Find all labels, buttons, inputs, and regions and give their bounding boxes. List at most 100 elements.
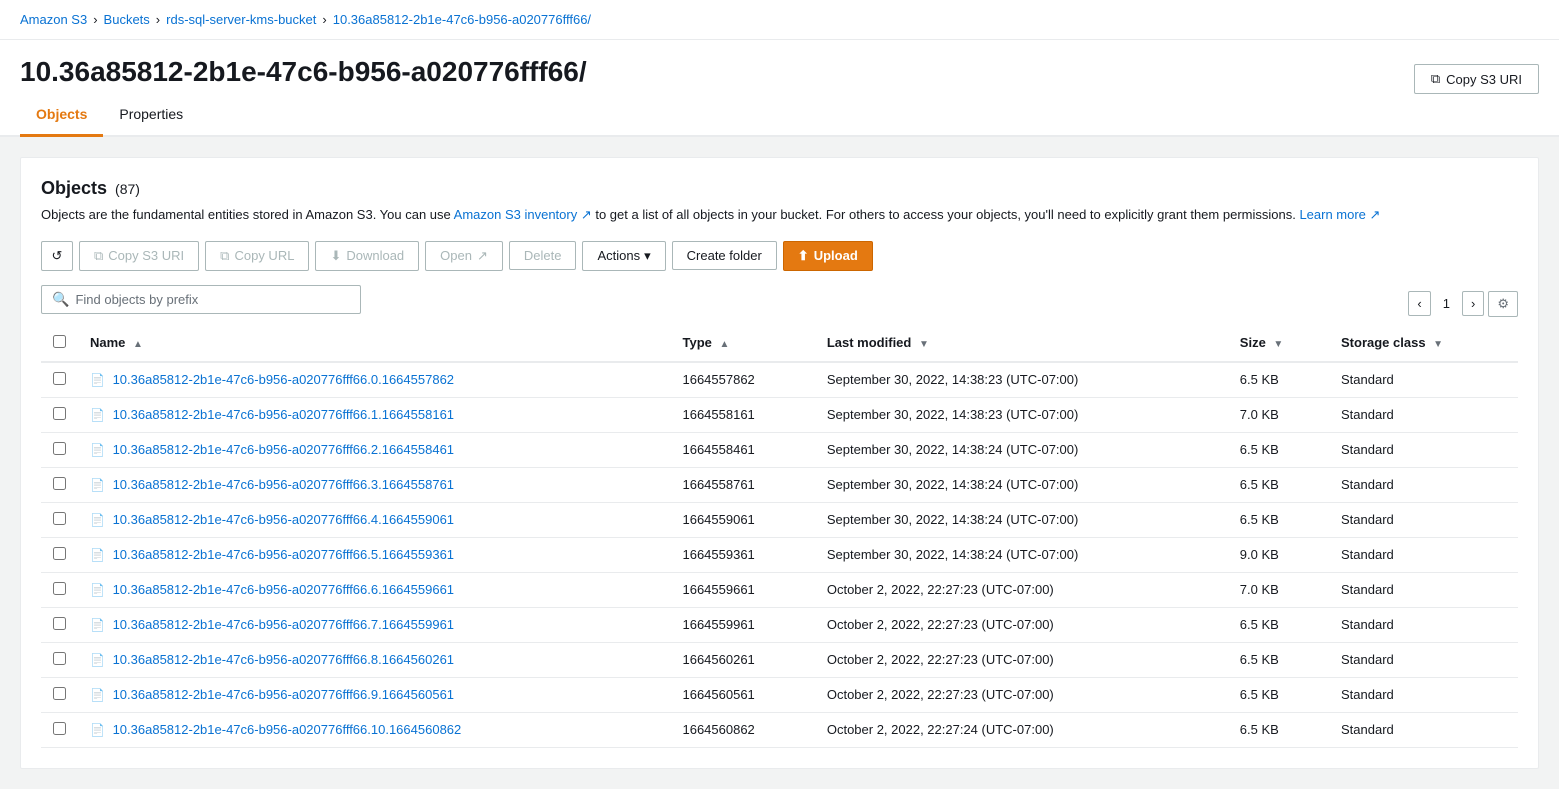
row-checkbox[interactable] — [53, 407, 66, 420]
col-size[interactable]: Size ▼ — [1228, 325, 1329, 362]
amazon-s3-inventory-link[interactable]: Amazon S3 inventory ↗ — [454, 207, 592, 222]
copy-s3-uri-button[interactable]: ⧉ Copy S3 URI — [79, 241, 199, 271]
row-checkbox[interactable] — [53, 442, 66, 455]
file-icon: 📄 — [90, 618, 105, 632]
objects-table: Name ▲ Type ▲ Last modified ▼ Size ▼ Sto… — [41, 325, 1518, 748]
row-checkbox-cell[interactable] — [41, 537, 78, 572]
col-type[interactable]: Type ▲ — [670, 325, 814, 362]
row-checkbox[interactable] — [53, 722, 66, 735]
table-row: 📄 10.36a85812-2b1e-47c6-b956-a020776fff6… — [41, 712, 1518, 747]
objects-table-container: Name ▲ Type ▲ Last modified ▼ Size ▼ Sto… — [41, 325, 1518, 748]
toolbar: ↺ ⧉ Copy S3 URI ⧉ Copy URL ⬇ Download Op… — [41, 241, 1518, 271]
row-name-cell: 📄 10.36a85812-2b1e-47c6-b956-a020776fff6… — [78, 712, 670, 747]
row-checkbox-cell[interactable] — [41, 572, 78, 607]
col-storage-class[interactable]: Storage class ▼ — [1329, 325, 1518, 362]
learn-more-link[interactable]: Learn more ↗ — [1299, 207, 1380, 222]
copy-url-button[interactable]: ⧉ Copy URL — [205, 241, 309, 271]
object-link[interactable]: 10.36a85812-2b1e-47c6-b956-a020776fff66.… — [113, 547, 454, 562]
row-checkbox-cell[interactable] — [41, 432, 78, 467]
object-link[interactable]: 10.36a85812-2b1e-47c6-b956-a020776fff66.… — [113, 512, 454, 527]
file-icon: 📄 — [90, 513, 105, 527]
refresh-button[interactable]: ↺ — [41, 241, 73, 271]
row-checkbox[interactable] — [53, 477, 66, 490]
object-link[interactable]: 10.36a85812-2b1e-47c6-b956-a020776fff66.… — [113, 722, 462, 737]
col-name[interactable]: Name ▲ — [78, 325, 670, 362]
row-checkbox-cell[interactable] — [41, 712, 78, 747]
breadcrumb-buckets[interactable]: Buckets — [104, 12, 150, 27]
row-checkbox[interactable] — [53, 582, 66, 595]
open-button[interactable]: Open ↗ — [425, 241, 503, 271]
object-link[interactable]: 10.36a85812-2b1e-47c6-b956-a020776fff66.… — [113, 372, 454, 387]
row-checkbox[interactable] — [53, 512, 66, 525]
breadcrumb-bucket-name[interactable]: rds-sql-server-kms-bucket — [166, 12, 316, 27]
upload-button[interactable]: ⬆ Upload — [783, 241, 873, 271]
row-checkbox-cell[interactable] — [41, 397, 78, 432]
tab-objects[interactable]: Objects — [20, 94, 103, 137]
copy-icon: ⧉ — [1431, 71, 1440, 87]
row-checkbox[interactable] — [53, 652, 66, 665]
search-input[interactable] — [75, 292, 350, 307]
objects-header: Objects (87) — [41, 178, 1518, 199]
col-last-modified[interactable]: Last modified ▼ — [815, 325, 1228, 362]
copy-url-icon: ⧉ — [220, 248, 229, 264]
actions-button[interactable]: Actions ▾ — [582, 241, 665, 271]
row-checkbox-cell[interactable] — [41, 607, 78, 642]
delete-button[interactable]: Delete — [509, 241, 577, 270]
object-link[interactable]: 10.36a85812-2b1e-47c6-b956-a020776fff66.… — [113, 407, 454, 422]
row-type-cell: 1664558761 — [670, 467, 814, 502]
row-checkbox-cell[interactable] — [41, 467, 78, 502]
open-external-icon: ↗ — [477, 248, 488, 264]
row-type-cell: 1664560561 — [670, 677, 814, 712]
pagination-next-button[interactable]: › — [1462, 291, 1484, 316]
download-button[interactable]: ⬇ Download — [315, 241, 419, 271]
row-checkbox[interactable] — [53, 372, 66, 385]
row-checkbox[interactable] — [53, 687, 66, 700]
object-link[interactable]: 10.36a85812-2b1e-47c6-b956-a020776fff66.… — [113, 652, 454, 667]
row-checkbox[interactable] — [53, 547, 66, 560]
row-name-cell: 📄 10.36a85812-2b1e-47c6-b956-a020776fff6… — [78, 677, 670, 712]
row-last-modified-cell: October 2, 2022, 22:27:23 (UTC-07:00) — [815, 572, 1228, 607]
row-storage-class-cell: Standard — [1329, 362, 1518, 398]
row-storage-class-cell: Standard — [1329, 677, 1518, 712]
row-checkbox-cell[interactable] — [41, 642, 78, 677]
object-link[interactable]: 10.36a85812-2b1e-47c6-b956-a020776fff66.… — [113, 617, 454, 632]
row-storage-class-cell: Standard — [1329, 467, 1518, 502]
row-size-cell: 6.5 KB — [1228, 362, 1329, 398]
row-name-cell: 📄 10.36a85812-2b1e-47c6-b956-a020776fff6… — [78, 607, 670, 642]
row-checkbox-cell[interactable] — [41, 502, 78, 537]
row-name-cell: 📄 10.36a85812-2b1e-47c6-b956-a020776fff6… — [78, 362, 670, 398]
file-icon: 📄 — [90, 478, 105, 492]
row-checkbox-cell[interactable] — [41, 362, 78, 398]
row-storage-class-cell: Standard — [1329, 397, 1518, 432]
row-size-cell: 6.5 KB — [1228, 432, 1329, 467]
breadcrumb-amazon-s3[interactable]: Amazon S3 — [20, 12, 87, 27]
object-link[interactable]: 10.36a85812-2b1e-47c6-b956-a020776fff66.… — [113, 442, 454, 457]
row-checkbox-cell[interactable] — [41, 677, 78, 712]
breadcrumb-sep-2: › — [156, 12, 160, 27]
row-size-cell: 9.0 KB — [1228, 537, 1329, 572]
tab-properties[interactable]: Properties — [103, 94, 199, 137]
select-all-header[interactable] — [41, 325, 78, 362]
row-storage-class-cell: Standard — [1329, 432, 1518, 467]
table-row: 📄 10.36a85812-2b1e-47c6-b956-a020776fff6… — [41, 467, 1518, 502]
row-storage-class-cell: Standard — [1329, 642, 1518, 677]
table-row: 📄 10.36a85812-2b1e-47c6-b956-a020776fff6… — [41, 362, 1518, 398]
row-storage-class-cell: Standard — [1329, 607, 1518, 642]
file-icon: 📄 — [90, 548, 105, 562]
select-all-checkbox[interactable] — [53, 335, 66, 348]
row-type-cell: 1664559361 — [670, 537, 814, 572]
object-link[interactable]: 10.36a85812-2b1e-47c6-b956-a020776fff66.… — [113, 582, 454, 597]
copy-s3-uri-header-button[interactable]: ⧉ Copy S3 URI — [1414, 64, 1539, 94]
row-size-cell: 6.5 KB — [1228, 712, 1329, 747]
object-link[interactable]: 10.36a85812-2b1e-47c6-b956-a020776fff66.… — [113, 477, 454, 492]
object-link[interactable]: 10.36a85812-2b1e-47c6-b956-a020776fff66.… — [113, 687, 454, 702]
refresh-icon: ↺ — [52, 248, 63, 264]
row-checkbox[interactable] — [53, 617, 66, 630]
last-modified-sort-icon: ▼ — [919, 339, 929, 350]
breadcrumb-current[interactable]: 10.36a85812-2b1e-47c6-b956-a020776fff66/ — [333, 12, 591, 27]
row-type-cell: 1664559061 — [670, 502, 814, 537]
page-title: 10.36a85812-2b1e-47c6-b956-a020776fff66/ — [20, 56, 587, 88]
create-folder-button[interactable]: Create folder — [672, 241, 777, 270]
pagination-prev-button[interactable]: ‹ — [1408, 291, 1430, 316]
pagination-settings-button[interactable]: ⚙ — [1488, 291, 1518, 317]
